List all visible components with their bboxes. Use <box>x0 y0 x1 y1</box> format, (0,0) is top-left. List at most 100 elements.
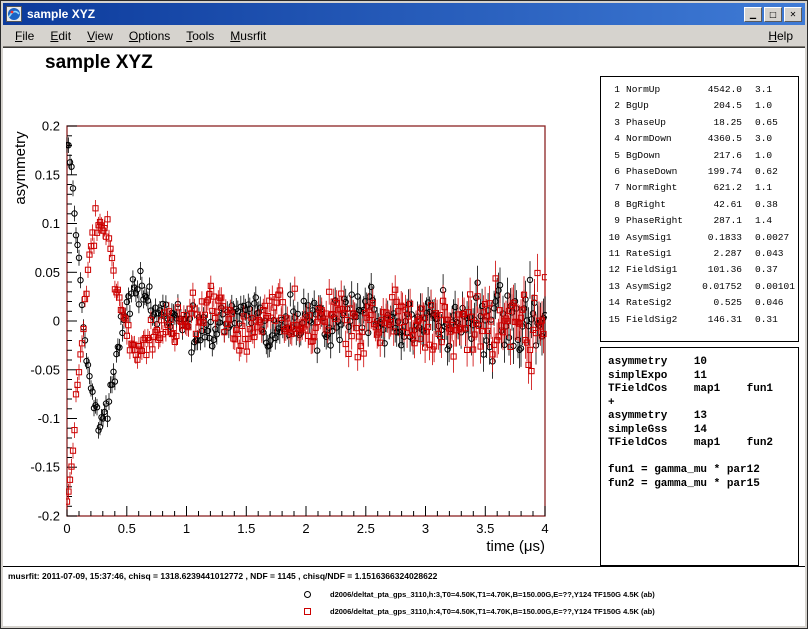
svg-text:-0.05: -0.05 <box>30 362 60 377</box>
param-name: BgRight <box>620 197 696 213</box>
param-value: 0.01752 <box>696 279 742 295</box>
svg-text:0.15: 0.15 <box>35 167 60 182</box>
legend-entry-0: d2006/deltat_pta_gps_3110,h:3,T0=4.50K,T… <box>3 587 805 604</box>
param-row-AsymSig1: 10AsymSig10.18330.0027 <box>606 230 798 246</box>
param-no: 7 <box>606 180 620 196</box>
param-error: 1.4 <box>742 213 772 229</box>
menu-item-musrfit[interactable]: Musrfit <box>222 27 274 45</box>
param-row-NormDown: 4NormDown4360.53.0 <box>606 131 798 147</box>
window-controls: ▁ □ ✕ <box>742 7 802 22</box>
param-no: 11 <box>606 246 620 262</box>
theory-line-9: fun2 = gamma_mu * par15 <box>608 478 798 492</box>
data-series-1 <box>64 200 547 509</box>
info-footer: musrfit: 2011-07-09, 15:37:46, chisq = 1… <box>3 566 805 626</box>
svg-text:-0.2: -0.2 <box>38 509 60 524</box>
root-canvas: sample XYZ -0.2-0.15-0.1-0.0500.050.10.1… <box>3 47 805 626</box>
param-name: BgDown <box>620 148 696 164</box>
param-name: AsymSig1 <box>620 230 696 246</box>
app-window: sample XYZ ▁ □ ✕ FileEditViewOptionsTool… <box>0 0 808 629</box>
svg-text:0.05: 0.05 <box>35 265 60 280</box>
param-error: 1.0 <box>742 98 772 114</box>
param-value: 287.1 <box>696 213 742 229</box>
param-error: 0.00101 <box>742 279 795 295</box>
param-row-PhaseDown: 6PhaseDown199.740.62 <box>606 164 798 180</box>
param-error: 0.38 <box>742 197 778 213</box>
param-row-BgDown: 5BgDown217.61.0 <box>606 148 798 164</box>
svg-text:3.5: 3.5 <box>476 521 494 536</box>
data-series-0 <box>64 137 547 438</box>
param-name: RateSig2 <box>620 295 696 311</box>
square-marker-icon <box>304 608 311 615</box>
param-no: 13 <box>606 279 620 295</box>
menu-item-file[interactable]: File <box>7 27 42 45</box>
svg-text:4: 4 <box>541 521 548 536</box>
param-name: FieldSig1 <box>620 262 696 278</box>
plot-title: sample XYZ <box>45 52 153 74</box>
theory-line-0: asymmetry 10 <box>608 356 798 370</box>
svg-text:0: 0 <box>63 521 70 536</box>
menu-item-edit[interactable]: Edit <box>42 27 79 45</box>
param-error: 0.37 <box>742 262 778 278</box>
theory-line-2: TFieldCos map1 fun1 <box>608 383 798 397</box>
menu-item-options[interactable]: Options <box>121 27 178 45</box>
param-no: 6 <box>606 164 620 180</box>
theory-line-3: + <box>608 397 798 411</box>
theory-line-6: TFieldCos map1 fun2 <box>608 437 798 451</box>
param-error: 3.1 <box>742 82 772 98</box>
legend-entry-1: d2006/deltat_pta_gps_3110,h:4,T0=4.50K,T… <box>3 604 805 621</box>
param-value: 199.74 <box>696 164 742 180</box>
param-name: NormDown <box>620 131 696 147</box>
theory-line-5: simpleGss 14 <box>608 424 798 438</box>
param-no: 8 <box>606 197 620 213</box>
param-no: 12 <box>606 262 620 278</box>
menu-item-help[interactable]: Help <box>760 27 801 45</box>
menu-bar: FileEditViewOptionsToolsMusrfit Help <box>3 25 805 47</box>
param-value: 0.1833 <box>696 230 742 246</box>
menu-item-tools[interactable]: Tools <box>178 27 222 45</box>
param-value: 42.61 <box>696 197 742 213</box>
svg-text:-0.1: -0.1 <box>38 411 60 426</box>
param-row-AsymSig2: 13AsymSig20.017520.00101 <box>606 279 798 295</box>
param-error: 0.0027 <box>742 230 789 246</box>
param-value: 217.6 <box>696 148 742 164</box>
param-no: 10 <box>606 230 620 246</box>
param-value: 18.25 <box>696 115 742 131</box>
theory-line-4: asymmetry 13 <box>608 410 798 424</box>
param-no: 9 <box>606 213 620 229</box>
asymmetry-vs-time-plot[interactable]: -0.2-0.15-0.1-0.0500.050.10.150.200.511.… <box>3 72 601 620</box>
svg-text:0.5: 0.5 <box>118 521 136 536</box>
param-row-NormUp: 1NormUp4542.03.1 <box>606 82 798 98</box>
param-name: PhaseRight <box>620 213 696 229</box>
param-row-NormRight: 7NormRight621.21.1 <box>606 180 798 196</box>
param-error: 0.31 <box>742 312 778 328</box>
svg-text:1.5: 1.5 <box>237 521 255 536</box>
svg-text:2.5: 2.5 <box>357 521 375 536</box>
param-name: NormUp <box>620 82 696 98</box>
svg-text:-0.15: -0.15 <box>30 460 60 475</box>
title-bar[interactable]: sample XYZ ▁ □ ✕ <box>3 3 805 25</box>
theory-line-7 <box>608 451 798 465</box>
app-icon <box>6 6 22 22</box>
param-value: 101.36 <box>696 262 742 278</box>
param-name: AsymSig2 <box>620 279 696 295</box>
svg-text:asymmetry: asymmetry <box>12 131 29 205</box>
param-value: 4360.5 <box>696 131 742 147</box>
menu-item-view[interactable]: View <box>79 27 121 45</box>
svg-text:3: 3 <box>422 521 429 536</box>
svg-text:2: 2 <box>302 521 309 536</box>
theory-line-8: fun1 = gamma_mu * par12 <box>608 464 798 478</box>
param-error: 1.0 <box>742 148 772 164</box>
param-name: NormRight <box>620 180 696 196</box>
minimize-button[interactable]: ▁ <box>744 7 762 22</box>
menu-right: Help <box>760 27 801 45</box>
svg-text:time (μs): time (μs) <box>486 538 545 555</box>
close-button[interactable]: ✕ <box>784 7 802 22</box>
param-row-BgUp: 2BgUp204.51.0 <box>606 98 798 114</box>
param-no: 4 <box>606 131 620 147</box>
param-row-FieldSig2: 15FieldSig2146.310.31 <box>606 312 798 328</box>
param-no: 3 <box>606 115 620 131</box>
param-row-PhaseUp: 3PhaseUp18.250.65 <box>606 115 798 131</box>
param-value: 146.31 <box>696 312 742 328</box>
param-row-RateSig1: 11RateSig12.2870.043 <box>606 246 798 262</box>
maximize-button[interactable]: □ <box>764 7 782 22</box>
